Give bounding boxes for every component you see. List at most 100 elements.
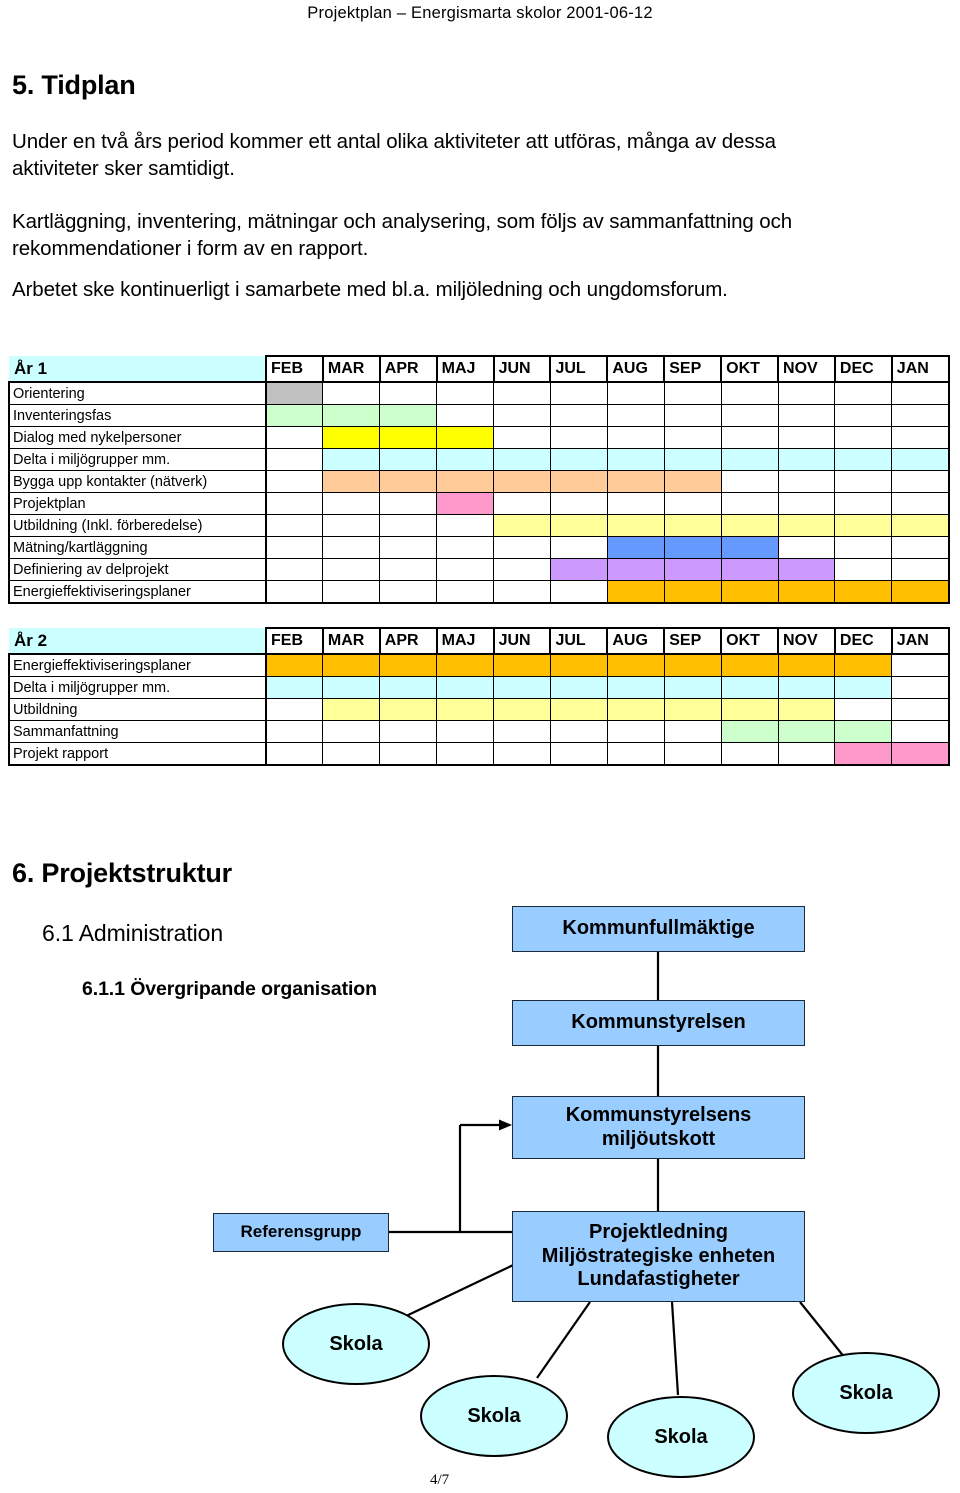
- page-title-projektstruktur: 6. Projektstruktur: [12, 858, 232, 888]
- gantt-bar-cell: [322, 698, 381, 721]
- org-box-referensgrupp: Referensgrupp: [213, 1213, 389, 1252]
- gantt-bar-cell: [720, 720, 779, 743]
- gantt-empty-cell: [322, 536, 381, 559]
- gantt-empty-cell: [436, 404, 495, 427]
- gantt-month-header: APR: [378, 355, 438, 383]
- gantt-bar-cell: [720, 698, 779, 721]
- gantt-empty-cell: [265, 426, 324, 449]
- gantt-month-header: JAN: [890, 355, 950, 383]
- gantt-bar-cell: [834, 676, 893, 699]
- gantt-task-row: Definiering av delprojekt: [8, 558, 950, 581]
- gantt-bar-cell: [720, 448, 779, 471]
- gantt-empty-cell: [549, 742, 608, 766]
- gantt-bar-cell: [379, 426, 438, 449]
- gantt-empty-cell: [834, 381, 893, 405]
- org-box-projektledning: Projektledning Miljöstrategiske enheten …: [512, 1211, 805, 1302]
- gantt-empty-cell: [777, 470, 836, 493]
- gantt-empty-cell: [493, 580, 551, 604]
- gantt-task-label: Bygga upp kontakter (nätverk): [8, 470, 267, 493]
- gantt-month-header: MAR: [321, 627, 381, 655]
- gantt-empty-cell: [379, 514, 438, 537]
- gantt-empty-cell: [891, 720, 950, 743]
- gantt-month-header: MAJ: [435, 355, 495, 383]
- gantt-empty-cell: [493, 426, 551, 449]
- gantt-bar-cell: [265, 676, 324, 699]
- gantt-empty-cell: [834, 492, 893, 515]
- gantt-table-year-2: År 2 FEB MAR APR MAJ JUN JUL AUG SEP OKT NOV DEC JAN…: [8, 627, 950, 766]
- footer-page-number: 4/7: [430, 1472, 450, 1488]
- gantt-empty-cell: [379, 558, 438, 581]
- gantt-empty-cell: [322, 580, 381, 604]
- gantt-empty-cell: [379, 381, 438, 405]
- gantt-empty-cell: [436, 558, 495, 581]
- gantt-task-row: Delta i miljögrupper mm.: [8, 448, 950, 471]
- gantt-month-header: JAN: [890, 627, 950, 655]
- gantt-empty-cell: [720, 404, 779, 427]
- org-ellipse-skola-1: Skola: [282, 1303, 430, 1385]
- gantt-empty-cell: [265, 558, 324, 581]
- gantt-bar-cell: [549, 514, 608, 537]
- gantt-empty-cell: [663, 492, 722, 515]
- gantt-month-header: JUN: [492, 355, 552, 383]
- gantt-empty-cell: [379, 742, 438, 766]
- org-box-projektledning-line-3: Lundafastigheter: [577, 1268, 740, 1291]
- gantt-bar-cell: [777, 720, 836, 743]
- gantt-empty-cell: [493, 536, 551, 559]
- gantt-month-header: MAJ: [435, 627, 495, 655]
- gantt-empty-cell: [891, 426, 950, 449]
- gantt-empty-cell: [777, 742, 836, 766]
- gantt-bar-cell: [436, 676, 495, 699]
- gantt-empty-cell: [265, 470, 324, 493]
- gantt-task-row: Utbildning: [8, 698, 950, 721]
- gantt-bar-cell: [322, 448, 381, 471]
- gantt-body-year-2: Energieffektiviseringsplaner Delta i milj…: [8, 653, 950, 766]
- gantt-empty-cell: [379, 720, 438, 743]
- gantt-empty-cell: [493, 720, 551, 743]
- gantt-task-row: Delta i miljögrupper mm.: [8, 676, 950, 699]
- gantt-bar-cell: [720, 676, 779, 699]
- gantt-bar-cell: [720, 536, 779, 559]
- gantt-empty-cell: [493, 558, 551, 581]
- gantt-empty-cell: [720, 426, 779, 449]
- gantt-task-label: Utbildning (Inkl. förberedelse): [8, 514, 267, 537]
- paragraph-3: Arbetet ske kontinuerligt i samarbete me…: [12, 278, 728, 301]
- gantt-empty-cell: [436, 580, 495, 604]
- gantt-bar-cell: [777, 698, 836, 721]
- gantt-empty-cell: [891, 676, 950, 699]
- gantt-task-label: Delta i miljögrupper mm.: [8, 448, 267, 471]
- gantt-empty-cell: [265, 448, 324, 471]
- gantt-bar-cell: [663, 580, 722, 604]
- gantt-empty-cell: [493, 492, 551, 515]
- gantt-empty-cell: [436, 514, 495, 537]
- gantt-empty-cell: [493, 742, 551, 766]
- gantt-bar-cell: [834, 580, 893, 604]
- gantt-empty-cell: [549, 536, 608, 559]
- gantt-bar-cell: [549, 558, 608, 581]
- gantt-bar-cell: [322, 470, 381, 493]
- gantt-bar-cell: [606, 448, 665, 471]
- gantt-bar-cell: [549, 653, 608, 677]
- gantt-empty-cell: [379, 580, 438, 604]
- gantt-year-label: År 1: [9, 356, 266, 383]
- gantt-month-header: JUN: [492, 627, 552, 655]
- org-box-kommunstyrelsen: Kommunstyrelsen: [512, 1000, 805, 1046]
- gantt-month-header: MAR: [321, 355, 381, 383]
- gantt-year-label: År 2: [9, 628, 266, 655]
- gantt-bar-cell: [606, 653, 665, 677]
- gantt-month-header: FEB: [265, 627, 324, 655]
- gantt-bar-cell: [493, 676, 551, 699]
- page-title-tidplan: 5. Tidplan: [12, 70, 136, 100]
- gantt-task-row: Mätning/kartläggning: [8, 536, 950, 559]
- gantt-task-label: Energieffektiviseringsplaner: [8, 580, 267, 604]
- gantt-empty-cell: [834, 470, 893, 493]
- gantt-bar-cell: [834, 514, 893, 537]
- gantt-month-header: JUL: [549, 627, 609, 655]
- gantt-empty-cell: [891, 536, 950, 559]
- gantt-task-row: Projektplan: [8, 492, 950, 515]
- gantt-task-label: Mätning/kartläggning: [8, 536, 267, 559]
- gantt-empty-cell: [891, 698, 950, 721]
- gantt-bar-cell: [777, 558, 836, 581]
- gantt-bar-cell: [663, 676, 722, 699]
- gantt-task-row: Projekt rapport: [8, 742, 950, 766]
- gantt-bar-cell: [834, 720, 893, 743]
